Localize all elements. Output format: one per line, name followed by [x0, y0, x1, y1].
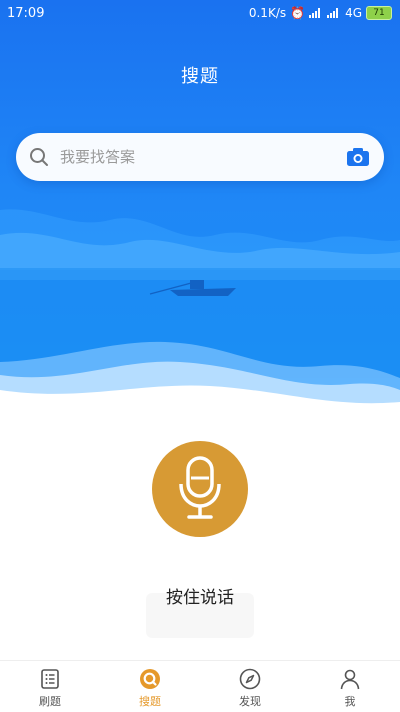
voice-input-button[interactable]: [152, 441, 248, 537]
compass-icon: [239, 668, 261, 690]
search-icon: [30, 148, 48, 166]
tab-label: 发现: [239, 695, 261, 708]
tab-discover[interactable]: 发现: [200, 661, 300, 712]
tab-label: 刷题: [39, 695, 61, 708]
person-icon: [340, 669, 360, 690]
signal-icon: [309, 8, 323, 18]
bottom-tab-bar: 刷题 搜题 发现 我: [0, 660, 400, 712]
network-type: 4G: [345, 6, 362, 20]
network-speed: 0.1K/s: [248, 6, 287, 20]
status-time: 17:09: [7, 6, 45, 21]
battery-icon: 71: [366, 6, 392, 20]
status-indicators: 0.1K/s ⏰ 4G 71: [249, 6, 392, 20]
alarm-icon: ⏰: [290, 6, 306, 20]
microphone-icon: [179, 456, 221, 519]
tab-search[interactable]: 搜题: [100, 661, 200, 712]
signal-hd-icon: [327, 8, 341, 18]
landscape-illustration: [0, 209, 400, 420]
tab-label: 搜题: [139, 695, 161, 708]
tab-me[interactable]: 我: [300, 661, 400, 712]
hero-banner: 17:09 0.1K/s ⏰ 4G 71 搜题 我要找答案: [0, 0, 400, 420]
list-icon: [41, 669, 59, 689]
status-bar: 17:09 0.1K/s ⏰ 4G 71: [0, 0, 400, 28]
camera-icon[interactable]: [346, 147, 370, 167]
page-title: 搜题: [181, 66, 219, 87]
search-input[interactable]: 我要找答案: [60, 133, 135, 181]
tab-label: 我: [344, 695, 356, 708]
search-bar[interactable]: 我要找答案: [16, 133, 384, 181]
tab-practice[interactable]: 刷题: [0, 661, 100, 712]
voice-hint: 按住说话: [166, 588, 234, 608]
search-circle-icon: [140, 669, 160, 689]
